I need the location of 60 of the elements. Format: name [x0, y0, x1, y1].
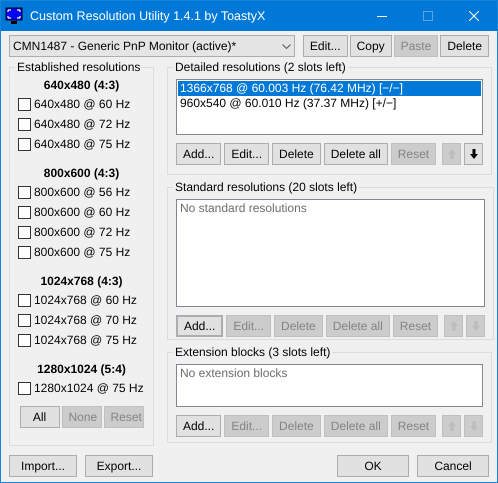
- checkbox-label: 800x600 @ 60 Hz: [34, 204, 130, 221]
- checkbox-label: 640x480 @ 75 Hz: [34, 136, 130, 153]
- checkbox[interactable]: [18, 98, 31, 110]
- checkbox[interactable]: [18, 206, 31, 218]
- resolution-list[interactable]: No extension blocks: [176, 364, 484, 407]
- checkbox[interactable]: [18, 294, 31, 306]
- monitor-button[interactable]: Copy: [350, 35, 392, 57]
- section-button[interactable]: Delete: [272, 143, 321, 165]
- checkbox-label: 1024x768 @ 70 Hz: [34, 312, 137, 329]
- maximize-icon: [423, 11, 433, 21]
- section-button[interactable]: Edit...: [224, 143, 270, 165]
- established-button[interactable]: All: [20, 406, 60, 428]
- empty-list-text: No standard resolutions: [179, 201, 308, 216]
- list-item[interactable]: 1366x768 @ 60.003 Hz (76.42 MHz) [−/−]: [178, 81, 482, 96]
- section-button[interactable]: Add...: [176, 315, 224, 337]
- group-title: Standard resolutions (20 slots left): [174, 179, 358, 196]
- list-item[interactable]: 960x540 @ 60.010 Hz (37.37 MHz) [+/−]: [178, 96, 482, 111]
- arrow-down-icon: [470, 149, 478, 159]
- monitor-value: CMN1487 - Generic PnP Monitor (active)*: [13, 38, 238, 55]
- checkbox-label: 800x600 @ 72 Hz: [34, 224, 130, 241]
- group-heading: 640x480 (4:3): [42, 78, 120, 93]
- group-heading: 1280x1024 (5:4): [36, 362, 127, 377]
- checkbox[interactable]: [18, 226, 31, 238]
- checkbox[interactable]: [18, 334, 31, 346]
- empty-list-text: No extension blocks: [179, 366, 288, 381]
- section-button[interactable]: Add...: [176, 143, 222, 165]
- move-down-button[interactable]: [464, 143, 484, 165]
- footer-button[interactable]: OK: [337, 455, 409, 477]
- monitor-icon: [5, 7, 23, 25]
- footer-button[interactable]: Export...: [85, 455, 153, 477]
- close-icon: [469, 11, 479, 21]
- footer-button[interactable]: Import...: [9, 455, 77, 477]
- resolution-list[interactable]: 1366x768 @ 60.003 Hz (76.42 MHz) [−/−] 960x540 @ 60.010 Hz (37.37 MHz) [+/−]: [176, 79, 484, 135]
- checkbox[interactable]: [18, 138, 31, 150]
- group-heading: 1024x768 (4:3): [39, 274, 124, 289]
- checkbox[interactable]: [18, 118, 31, 130]
- checkbox[interactable]: [18, 382, 31, 394]
- checkbox-label: 1024x768 @ 75 Hz: [34, 332, 137, 349]
- checkbox-label: 640x480 @ 60 Hz: [34, 96, 130, 113]
- checkbox-label: 640x480 @ 72 Hz: [34, 116, 130, 133]
- chevron-down-icon: [282, 44, 291, 48]
- section-button[interactable]: Delete all: [324, 143, 388, 165]
- footer-button[interactable]: Cancel: [417, 455, 489, 477]
- checkbox[interactable]: [18, 186, 31, 198]
- monitor-dropdown[interactable]: CMN1487 - Generic PnP Monitor (active)*: [9, 35, 295, 57]
- group-title: Detailed resolutions (2 slots left): [174, 59, 347, 76]
- group-title: Established resolutions: [16, 59, 142, 76]
- window-title: Custom Resolution Utility 1.4.1 by ToastyX: [30, 8, 266, 25]
- checkbox-label: 800x600 @ 75 Hz: [34, 244, 130, 261]
- checkbox-label: 800x600 @ 56 Hz: [34, 184, 130, 201]
- monitor-button[interactable]: Delete: [440, 35, 489, 57]
- checkbox[interactable]: [18, 314, 31, 326]
- monitor-button[interactable]: Edit...: [302, 35, 348, 57]
- section-button[interactable]: Add...: [176, 415, 222, 437]
- resolution-list[interactable]: No standard resolutions: [176, 199, 486, 307]
- checkbox[interactable]: [18, 246, 31, 258]
- checkbox-label: 1280x1024 @ 75 Hz: [34, 380, 144, 397]
- group-heading: 800x600 (4:3): [42, 166, 120, 181]
- checkbox-label: 1024x768 @ 60 Hz: [34, 292, 137, 309]
- group-title: Extension blocks (3 slots left): [174, 344, 332, 361]
